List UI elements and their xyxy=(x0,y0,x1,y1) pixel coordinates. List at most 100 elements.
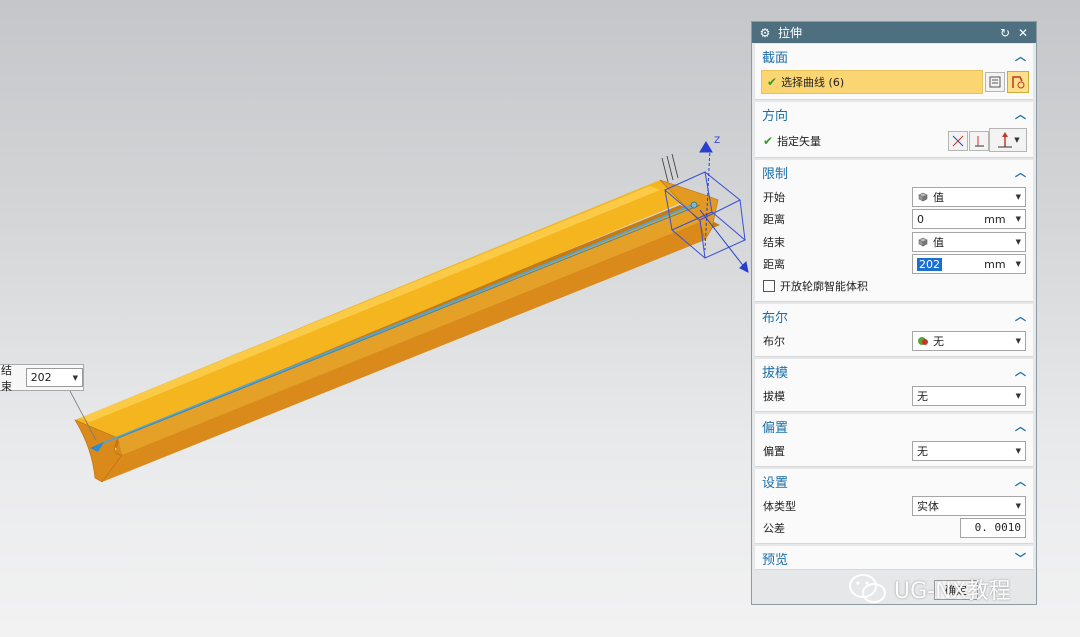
chevron-up-icon[interactable]: ︿ xyxy=(1015,473,1026,489)
check-icon: ✔ xyxy=(763,134,774,148)
sketch-section-button[interactable] xyxy=(985,72,1005,92)
limits-header[interactable]: 限制 ︿ xyxy=(755,160,1033,184)
draft-dropdown[interactable]: 无 ▼ xyxy=(912,386,1026,406)
chevron-down-icon[interactable]: ﹀ xyxy=(1015,550,1026,566)
onscreen-end-field[interactable]: 结束 202 ▼ xyxy=(0,363,84,393)
direction-group: 方向 ︿ ✔ 指定矢量 ▼ xyxy=(755,102,1033,158)
open-profile-row: 开放轮廓智能体积 xyxy=(755,275,1033,297)
preview-group: 预览 ﹀ xyxy=(755,546,1033,570)
dialog-title-bar[interactable]: ⚙ 拉伸 ↻ ✕ xyxy=(752,22,1036,43)
section-title: 截面 xyxy=(762,50,789,66)
end-label: 结束 xyxy=(763,236,785,249)
select-curve-label: 选择曲线 (6) xyxy=(781,76,845,89)
start-label: 开始 xyxy=(763,191,785,204)
chevron-up-icon[interactable]: ︿ xyxy=(1015,308,1026,324)
tolerance-label: 公差 xyxy=(763,522,785,535)
specify-vector-row: ✔ 指定矢量 ▼ xyxy=(755,128,1033,152)
settings-header[interactable]: 设置 ︿ xyxy=(755,469,1033,493)
boolean-group: 布尔 ︿ 布尔 无 ▼ xyxy=(755,304,1033,357)
body-type-dropdown[interactable]: 实体 ▼ xyxy=(912,496,1026,516)
tolerance-input[interactable]: 0. 0010 xyxy=(960,518,1026,538)
value-icon xyxy=(917,191,929,203)
direction-header[interactable]: 方向 ︿ xyxy=(755,102,1033,126)
offset-title: 偏置 xyxy=(762,420,789,436)
chevron-up-icon[interactable]: ︿ xyxy=(1015,164,1026,180)
end-distance-input[interactable]: 202 mm ▼ xyxy=(912,254,1026,274)
chevron-up-icon[interactable]: ︿ xyxy=(1015,106,1026,122)
close-icon[interactable]: ✕ xyxy=(1016,26,1030,40)
offset-dropdown[interactable]: 无 ▼ xyxy=(912,441,1026,461)
onscreen-end-input[interactable]: 202 ▼ xyxy=(25,368,83,387)
vector-type-dropdown[interactable]: ▼ xyxy=(989,128,1027,152)
profile-curve xyxy=(95,203,696,447)
start-distance-row: 距离 0 mm ▼ xyxy=(755,208,1033,230)
start-type-dropdown[interactable]: 值 ▼ xyxy=(912,187,1026,207)
chevron-down-icon[interactable]: ▼ xyxy=(1016,260,1021,268)
draft-row: 拔模 无 ▼ xyxy=(755,385,1033,407)
body-type-row: 体类型 实体 ▼ xyxy=(755,495,1033,517)
boolean-label: 布尔 xyxy=(763,335,785,348)
end-distance-value[interactable]: 202 xyxy=(917,257,942,271)
value-icon xyxy=(917,236,929,248)
vector-icon xyxy=(975,136,984,147)
reverse-direction-button[interactable] xyxy=(948,131,968,151)
extrude-dialog: ⚙ 拉伸 ↻ ✕ 截面 ︿ ✔ 选择曲线 (6) 方向 ︿ ✔ 指定矢量 ▼ 限… xyxy=(751,21,1037,605)
boolean-dropdown[interactable]: 无 ▼ xyxy=(912,331,1026,351)
chevron-down-icon: ▼ xyxy=(1015,193,1021,201)
gear-icon: ⚙ xyxy=(759,25,771,40)
chevron-down-icon[interactable]: ▼ xyxy=(73,374,78,382)
reverse-icon xyxy=(952,135,964,147)
chevron-down-icon: ▼ xyxy=(1015,392,1021,400)
settings-group: 设置 ︿ 体类型 实体 ▼ 公差 0. 0010 xyxy=(755,469,1033,544)
boolean-header[interactable]: 布尔 ︿ xyxy=(755,304,1033,328)
draft-header[interactable]: 拔模 ︿ xyxy=(755,359,1033,383)
check-icon: ✔ xyxy=(767,75,778,89)
open-profile-checkbox[interactable] xyxy=(763,280,775,292)
chevron-down-icon: ▼ xyxy=(1014,136,1020,144)
chevron-up-icon[interactable]: ︿ xyxy=(1015,363,1026,379)
chevron-down-icon: ▼ xyxy=(1015,447,1021,455)
sketch-icon xyxy=(989,76,1001,88)
vector-dialog-button[interactable] xyxy=(969,131,989,151)
start-row: 开始 值 ▼ xyxy=(755,186,1033,208)
reset-icon[interactable]: ↻ xyxy=(998,26,1012,40)
end-distance-row: 距离 202 mm ▼ xyxy=(755,253,1033,275)
select-curve-button[interactable]: ✔ 选择曲线 (6) xyxy=(761,70,983,94)
open-profile-label: 开放轮廓智能体积 xyxy=(763,278,868,294)
watermark: UG-NX教程 xyxy=(848,570,1011,608)
limits-title: 限制 xyxy=(762,166,789,182)
onscreen-end-label: 结束 xyxy=(1,363,12,393)
chevron-down-icon: ▼ xyxy=(1015,502,1021,510)
direction-title: 方向 xyxy=(762,108,789,124)
dialog-title: 拉伸 xyxy=(778,26,803,40)
draft-group: 拔模 ︿ 拔模 无 ▼ xyxy=(755,359,1033,412)
chevron-down-icon[interactable]: ▼ xyxy=(1016,215,1021,223)
curve-select-button[interactable] xyxy=(1007,71,1029,93)
curve-icon xyxy=(1012,76,1025,89)
offset-label: 偏置 xyxy=(763,445,785,458)
limits-group: 限制 ︿ 开始 值 ▼ 距离 0 mm ▼ 结束 值 ▼ 距离 202 mm ▼… xyxy=(755,160,1033,302)
section-header[interactable]: 截面 ︿ xyxy=(755,44,1033,68)
chevron-down-icon: ▼ xyxy=(1015,337,1021,345)
boolean-none-icon xyxy=(917,335,929,347)
chevron-up-icon[interactable]: ︿ xyxy=(1015,48,1026,64)
settings-title: 设置 xyxy=(762,475,789,491)
offset-row: 偏置 无 ▼ xyxy=(755,440,1033,462)
draft-title: 拔模 xyxy=(762,365,789,381)
specify-vector-label: ✔ 指定矢量 xyxy=(763,134,822,148)
offset-group: 偏置 ︿ 偏置 无 ▼ xyxy=(755,414,1033,467)
start-distance-label: 距离 xyxy=(763,213,785,226)
preview-header[interactable]: 预览 ﹀ xyxy=(755,546,1033,570)
end-type-dropdown[interactable]: 值 ▼ xyxy=(912,232,1026,252)
part-top-face xyxy=(75,180,700,438)
profile-curve-2 xyxy=(117,204,701,439)
watermark-text: UG-NX教程 xyxy=(894,579,1011,604)
chevron-up-icon[interactable]: ︿ xyxy=(1015,418,1026,434)
part-channel-face xyxy=(118,205,700,455)
chevron-down-icon: ▼ xyxy=(1015,238,1021,246)
hatch-marks xyxy=(661,153,679,183)
section-group: 截面 ︿ ✔ 选择曲线 (6) xyxy=(755,44,1033,100)
start-distance-input[interactable]: 0 mm ▼ xyxy=(912,209,1026,229)
offset-header[interactable]: 偏置 ︿ xyxy=(755,414,1033,438)
body-type-label: 体类型 xyxy=(763,500,796,513)
